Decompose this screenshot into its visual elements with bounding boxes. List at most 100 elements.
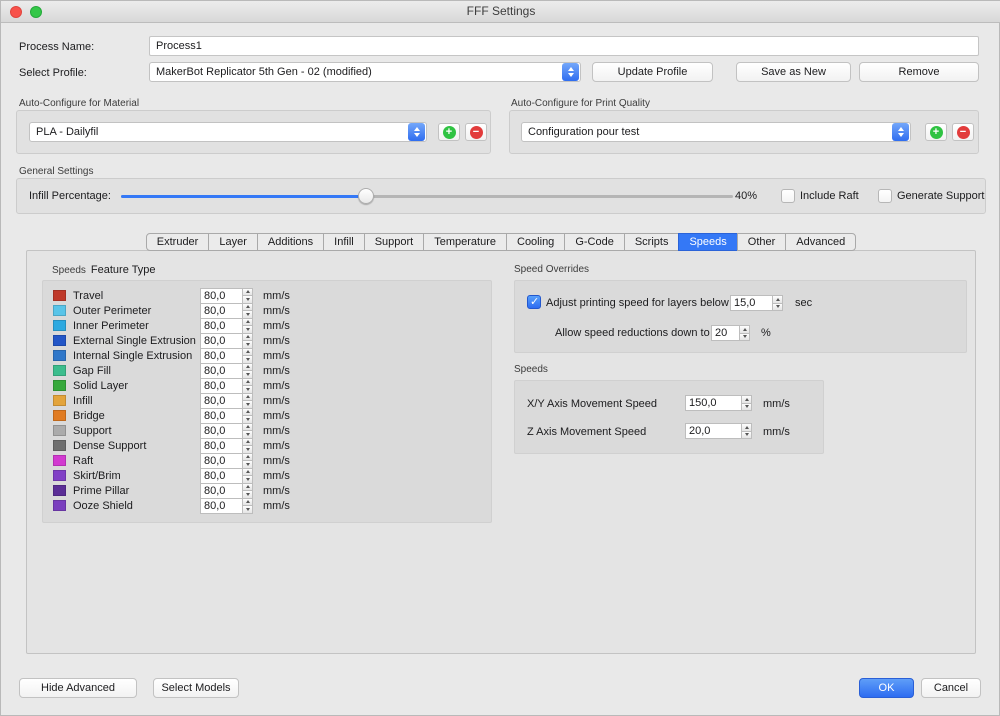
select-models-button[interactable]: Select Models <box>153 678 239 698</box>
feature-unit-label: mm/s <box>263 395 290 407</box>
stepper-icon[interactable] <box>772 295 783 311</box>
remove-quality-button[interactable]: − <box>952 123 974 141</box>
stepper-icon[interactable] <box>242 498 253 514</box>
tab-infill[interactable]: Infill <box>323 233 365 251</box>
feature-speed-input[interactable]: 80,0 <box>200 483 253 499</box>
hide-advanced-button[interactable]: Hide Advanced <box>19 678 137 698</box>
tab-other[interactable]: Other <box>737 233 787 251</box>
infill-slider[interactable] <box>121 188 733 204</box>
feature-speed-input[interactable]: 80,0 <box>200 438 253 454</box>
stepper-icon[interactable] <box>242 423 253 439</box>
z-axis-speed-input[interactable]: 20,0 <box>685 423 752 439</box>
stepper-icon[interactable] <box>242 468 253 484</box>
feature-speed-value[interactable]: 80,0 <box>200 348 242 364</box>
process-name-input[interactable] <box>149 36 979 56</box>
adjust-speed-value[interactable]: 15,0 <box>730 295 772 311</box>
feature-speed-input[interactable]: 80,0 <box>200 453 253 469</box>
z-axis-speed-label: Z Axis Movement Speed <box>527 426 646 438</box>
feature-row: Travel80,0mm/s <box>53 288 491 303</box>
remove-material-button[interactable]: − <box>465 123 487 141</box>
stepper-icon[interactable] <box>242 303 253 319</box>
stepper-icon[interactable] <box>242 438 253 454</box>
stepper-icon[interactable] <box>242 378 253 394</box>
stepper-icon[interactable] <box>741 395 752 411</box>
feature-speed-input[interactable]: 80,0 <box>200 303 253 319</box>
xy-axis-speed-input[interactable]: 150,0 <box>685 395 752 411</box>
feature-speed-input[interactable]: 80,0 <box>200 288 253 304</box>
feature-speed-value[interactable]: 80,0 <box>200 333 242 349</box>
feature-speed-value[interactable]: 80,0 <box>200 468 242 484</box>
feature-speed-value[interactable]: 80,0 <box>200 453 242 469</box>
feature-speed-input[interactable]: 80,0 <box>200 318 253 334</box>
general-settings-title: General Settings <box>19 166 94 177</box>
add-quality-button[interactable]: + <box>925 123 947 141</box>
update-profile-button[interactable]: Update Profile <box>592 62 713 82</box>
feature-speed-input[interactable]: 80,0 <box>200 423 253 439</box>
stepper-icon[interactable] <box>242 318 253 334</box>
generate-support-checkbox[interactable] <box>878 189 892 203</box>
feature-speed-input[interactable]: 80,0 <box>200 498 253 514</box>
adjust-speed-input[interactable]: 15,0 <box>730 295 783 311</box>
tab-speeds[interactable]: Speeds <box>678 233 737 251</box>
speed-reduction-input[interactable]: 20 <box>711 325 750 341</box>
profile-select[interactable]: MakerBot Replicator 5th Gen - 02 (modifi… <box>149 62 581 82</box>
adjust-speed-checkbox[interactable] <box>527 295 541 309</box>
stepper-icon[interactable] <box>739 325 750 341</box>
feature-speed-value[interactable]: 80,0 <box>200 498 242 514</box>
speed-reduction-value[interactable]: 20 <box>711 325 739 341</box>
infill-slider-thumb[interactable] <box>358 188 374 204</box>
tab-additions[interactable]: Additions <box>257 233 324 251</box>
tab-support[interactable]: Support <box>364 233 425 251</box>
stepper-icon[interactable] <box>242 348 253 364</box>
remove-profile-button[interactable]: Remove <box>859 62 979 82</box>
cancel-button[interactable]: Cancel <box>921 678 981 698</box>
close-button[interactable] <box>10 6 22 18</box>
tab-temperature[interactable]: Temperature <box>423 233 507 251</box>
feature-speed-value[interactable]: 80,0 <box>200 483 242 499</box>
feature-speed-value[interactable]: 80,0 <box>200 408 242 424</box>
feature-speed-value[interactable]: 80,0 <box>200 378 242 394</box>
feature-name-label: Infill <box>73 395 200 407</box>
feature-speed-value[interactable]: 80,0 <box>200 318 242 334</box>
stepper-icon[interactable] <box>242 333 253 349</box>
stepper-icon[interactable] <box>242 408 253 424</box>
feature-unit-label: mm/s <box>263 485 290 497</box>
feature-color-swatch <box>53 335 66 346</box>
feature-speed-value[interactable]: 80,0 <box>200 363 242 379</box>
feature-speed-input[interactable]: 80,0 <box>200 378 253 394</box>
stepper-icon[interactable] <box>741 423 752 439</box>
feature-speed-input[interactable]: 80,0 <box>200 468 253 484</box>
tab-extruder[interactable]: Extruder <box>146 233 210 251</box>
tab-layer[interactable]: Layer <box>208 233 258 251</box>
feature-unit-label: mm/s <box>263 470 290 482</box>
feature-speed-value[interactable]: 80,0 <box>200 438 242 454</box>
include-raft-checkbox[interactable] <box>781 189 795 203</box>
add-material-button[interactable]: + <box>438 123 460 141</box>
feature-speed-value[interactable]: 80,0 <box>200 423 242 439</box>
tab-scripts[interactable]: Scripts <box>624 233 680 251</box>
feature-speed-input[interactable]: 80,0 <box>200 348 253 364</box>
feature-speed-value[interactable]: 80,0 <box>200 393 242 409</box>
save-as-new-button[interactable]: Save as New <box>736 62 851 82</box>
stepper-icon[interactable] <box>242 483 253 499</box>
z-axis-speed-value[interactable]: 20,0 <box>685 423 741 439</box>
quality-select[interactable]: Configuration pour test <box>521 122 911 142</box>
zoom-button[interactable] <box>30 6 42 18</box>
tab-cooling[interactable]: Cooling <box>506 233 565 251</box>
material-select[interactable]: PLA - Dailyfil <box>29 122 427 142</box>
ok-button[interactable]: OK <box>859 678 914 698</box>
feature-name-label: Travel <box>73 290 200 302</box>
feature-speed-input[interactable]: 80,0 <box>200 333 253 349</box>
feature-speed-input[interactable]: 80,0 <box>200 408 253 424</box>
feature-speed-input[interactable]: 80,0 <box>200 393 253 409</box>
feature-speed-input[interactable]: 80,0 <box>200 363 253 379</box>
xy-axis-speed-value[interactable]: 150,0 <box>685 395 741 411</box>
stepper-icon[interactable] <box>242 453 253 469</box>
tab-advanced[interactable]: Advanced <box>785 233 856 251</box>
feature-speed-value[interactable]: 80,0 <box>200 288 242 304</box>
stepper-icon[interactable] <box>242 393 253 409</box>
tab-g-code[interactable]: G-Code <box>564 233 625 251</box>
stepper-icon[interactable] <box>242 288 253 304</box>
stepper-icon[interactable] <box>242 363 253 379</box>
feature-speed-value[interactable]: 80,0 <box>200 303 242 319</box>
